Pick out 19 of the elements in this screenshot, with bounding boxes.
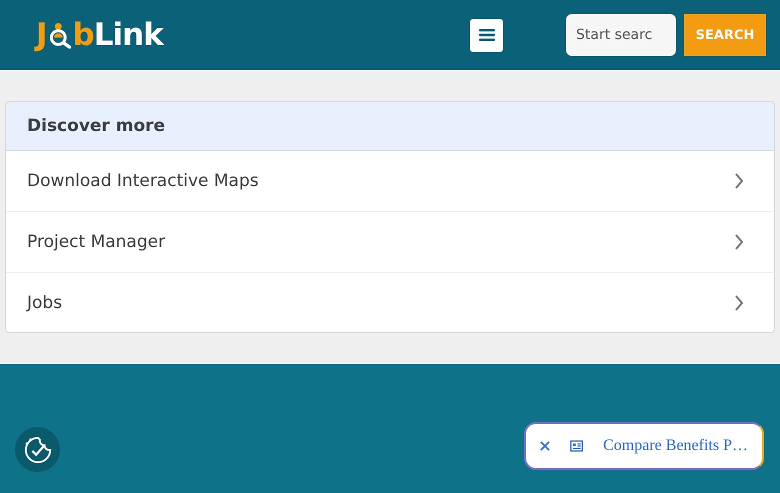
logo-text: b	[72, 17, 94, 53]
compare-chip[interactable]: Compare Benefits P…	[524, 422, 764, 470]
chevron-right-icon	[734, 173, 744, 189]
person-magnifier-icon	[48, 21, 72, 49]
search-field[interactable]: Start searc	[566, 14, 676, 56]
logo-text: J	[36, 17, 47, 53]
chevron-right-icon	[734, 234, 744, 250]
chevron-right-icon	[734, 294, 744, 310]
article-icon	[570, 439, 584, 453]
cookie-check-icon	[22, 434, 52, 464]
discover-link[interactable]: Download Interactive Maps	[6, 151, 774, 212]
card-title: Discover more	[6, 102, 774, 151]
menu-icon	[478, 28, 494, 42]
discover-link[interactable]: Project Manager	[6, 212, 774, 273]
menu-button[interactable]	[470, 18, 503, 52]
discover-link[interactable]: Jobs	[6, 273, 774, 332]
logo-text: Link	[94, 17, 163, 53]
close-icon[interactable]	[540, 440, 550, 452]
cookie-consent-button[interactable]	[15, 427, 60, 472]
